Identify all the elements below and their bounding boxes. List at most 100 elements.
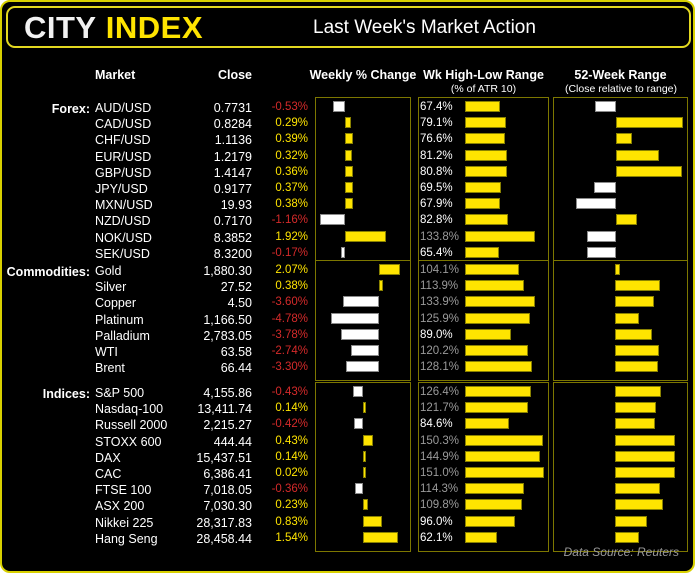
atr-percent-label: 81.2% xyxy=(420,149,453,162)
atr-percent-label: 133.8% xyxy=(420,230,460,243)
close-price: 8.3852 xyxy=(213,230,252,245)
close-price: 7,030.30 xyxy=(203,499,252,514)
market-name: JPY/USD xyxy=(95,182,148,196)
weekly-change-value: 0.38% xyxy=(275,280,308,293)
market-name: SEK/USD xyxy=(95,246,150,261)
fiftytwo-week-range-bar xyxy=(615,418,656,430)
fiftytwo-week-range-bar xyxy=(587,230,617,242)
atr-range-bar xyxy=(465,101,501,112)
atr-range-bar xyxy=(465,515,515,527)
weekly-change-value: -0.43% xyxy=(271,386,308,398)
fiftytwo-week-range-bar xyxy=(593,182,617,193)
market-name: CAC xyxy=(95,467,122,481)
market-name: S&P 500 xyxy=(95,386,145,400)
section-label: Indices: xyxy=(42,387,90,401)
market-action-dashboard: CITY INDEX Last Week's Market Action Mar… xyxy=(0,0,695,573)
weekly-change-bar xyxy=(333,101,345,112)
market-name: MXN/USD xyxy=(95,198,153,213)
fiftytwo-week-range-bar xyxy=(615,264,620,275)
fiftytwo-week-range-chart xyxy=(553,382,688,552)
market-name: GBP/USD xyxy=(95,165,152,180)
close-price: 28,317.83 xyxy=(196,515,252,530)
weekly-change-value: 0.02% xyxy=(275,467,308,479)
close-price: 27.52 xyxy=(220,280,252,295)
weekly-change-value: -4.78% xyxy=(271,312,308,325)
fiftytwo-week-range-bar xyxy=(615,450,676,462)
weekly-change-bar xyxy=(344,230,387,242)
weekly-change-bar xyxy=(344,117,352,129)
atr-range-bar xyxy=(465,418,509,430)
atr-percent-label: 104.1% xyxy=(420,264,460,276)
close-price: 1.4147 xyxy=(213,165,252,180)
fiftytwo-week-range-bar xyxy=(615,312,639,324)
atr-percent-label: 126.4% xyxy=(420,386,460,398)
data-source-note: Data Source: Reuters xyxy=(563,545,679,559)
atr-range-bar xyxy=(465,149,508,161)
weekly-change-bar xyxy=(354,483,364,495)
atr-percent-label: 62.1% xyxy=(420,531,453,544)
weekly-change-bar xyxy=(341,328,379,340)
atr-percent-label: 89.0% xyxy=(420,328,453,341)
close-price: 63.58 xyxy=(220,345,252,359)
market-name: AUD/USD xyxy=(95,101,152,115)
close-price: 1.2179 xyxy=(213,149,252,164)
fiftytwo-week-range-bar xyxy=(594,101,617,112)
weekly-change-value: 0.29% xyxy=(275,117,308,130)
weekly-change-bar xyxy=(353,386,364,397)
atr-range-bar xyxy=(465,182,502,193)
fiftytwo-week-range-bar xyxy=(615,499,664,511)
weekly-change-bar xyxy=(351,345,379,356)
weekly-change-value: 0.14% xyxy=(275,402,308,415)
close-price: 2,783.05 xyxy=(203,328,252,343)
weekly-change-value: 0.38% xyxy=(275,198,308,211)
weekly-change-value: -3.30% xyxy=(271,361,308,374)
weekly-change-value: -3.60% xyxy=(271,296,308,309)
weekly-change-value: 0.83% xyxy=(275,515,308,528)
fiftytwo-week-range-bar xyxy=(616,133,632,145)
weekly-change-value: -1.16% xyxy=(271,214,308,227)
market-name: CHF/USD xyxy=(95,133,151,148)
weekly-change-bar xyxy=(344,198,353,210)
market-name: Nikkei 225 xyxy=(95,515,154,530)
fiftytwo-week-range-bar xyxy=(615,434,676,446)
weekly-change-chart xyxy=(315,382,411,552)
atr-range-bar xyxy=(465,402,529,414)
fiftytwo-week-range-bar xyxy=(615,386,661,397)
atr-percent-label: 109.8% xyxy=(420,499,460,512)
atr-percent-label: 76.6% xyxy=(420,133,453,146)
section-label: Forex: xyxy=(51,102,90,116)
fiftytwo-week-range-bar xyxy=(616,214,637,226)
atr-percent-label: 113.9% xyxy=(420,280,459,293)
weekly-change-value: 1.54% xyxy=(275,531,308,544)
weekly-change-bar xyxy=(363,450,367,462)
atr-percent-label: 133.9% xyxy=(420,296,460,309)
atr-range-bar xyxy=(465,499,523,511)
weekly-change-bar xyxy=(363,499,369,511)
close-price: 66.44 xyxy=(220,361,252,376)
weekly-change-bar xyxy=(344,149,352,161)
atr-percent-label: 150.3% xyxy=(420,434,460,447)
weekly-change-bar xyxy=(344,182,353,193)
atr-percent-label: 128.1% xyxy=(420,361,460,374)
atr-percent-label: 79.1% xyxy=(420,117,453,130)
market-name: NOK/USD xyxy=(95,230,152,245)
market-name: Copper xyxy=(95,296,136,311)
weekly-change-chart xyxy=(315,97,411,267)
weekly-change-bar xyxy=(331,312,379,324)
close-price: 0.7170 xyxy=(213,214,252,229)
fiftytwo-week-range-bar xyxy=(615,345,659,356)
market-name: Palladium xyxy=(95,328,150,343)
atr-percent-label: 67.4% xyxy=(420,101,453,113)
atr-percent-label: 65.4% xyxy=(420,246,453,259)
atr-range-bar xyxy=(465,117,507,129)
weekly-change-value: 0.36% xyxy=(275,165,308,178)
atr-range-bar xyxy=(465,434,544,446)
weekly-change-bar xyxy=(353,418,364,430)
atr-range-bar xyxy=(465,345,528,356)
market-name: EUR/USD xyxy=(95,149,152,164)
weekly-change-value: 0.14% xyxy=(275,450,308,463)
weekly-change-bar xyxy=(363,402,367,414)
fiftytwo-week-range-bar xyxy=(615,402,656,414)
fiftytwo-week-range-bar xyxy=(615,328,653,340)
atr-percent-label: 121.7% xyxy=(420,402,460,415)
